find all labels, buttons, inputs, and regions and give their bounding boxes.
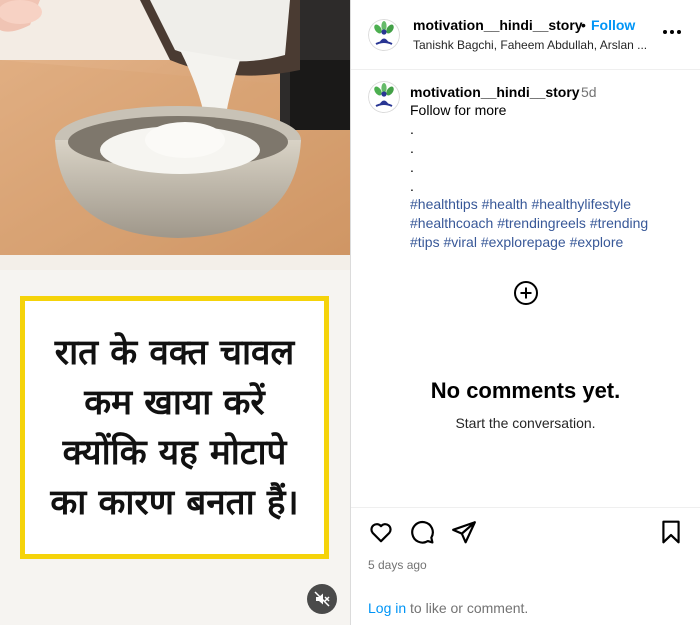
header-username[interactable]: motivation__hindi__story	[413, 17, 583, 33]
load-more-comments-button[interactable]	[513, 280, 539, 306]
mute-button[interactable]	[307, 584, 337, 614]
caption-text: Follow for more	[410, 102, 507, 118]
caption-dot: .	[410, 178, 414, 194]
avatar[interactable]	[368, 19, 400, 51]
hashtag-link[interactable]: #explorepage	[481, 234, 566, 250]
overlay-line: रात के वक्त चावल	[54, 332, 295, 373]
share-button[interactable]	[451, 519, 477, 545]
more-options-icon	[663, 30, 681, 34]
post-actions: 5 days ago Log in to like or comment.	[351, 507, 700, 625]
more-options-button[interactable]	[660, 20, 684, 44]
post-header: motivation__hindi__story • Follow Tanish…	[351, 0, 700, 70]
login-link[interactable]: Log in	[368, 600, 406, 616]
hashtag-link[interactable]: #tips	[410, 234, 440, 250]
meditation-logo-icon	[368, 81, 400, 113]
header-separator: •	[581, 17, 586, 33]
post-side-panel: motivation__hindi__story • Follow Tanish…	[351, 0, 700, 625]
overlay-line: क्योंकि यह मोटापे	[62, 432, 287, 473]
caption-timestamp[interactable]: 5d	[581, 84, 597, 100]
meditation-logo-icon	[368, 19, 400, 51]
overlay-line: कम खाया करें	[84, 382, 265, 423]
hashtag-link[interactable]: #healthylifestyle	[531, 196, 631, 212]
hashtag-link[interactable]: #explore	[570, 234, 624, 250]
post-media[interactable]: रात के वक्त चावल कम खाया करें क्योंकि यह…	[0, 0, 350, 625]
hashtag-link[interactable]: #viral	[443, 234, 476, 250]
comment-button[interactable]	[409, 519, 435, 545]
caption-dot: .	[410, 121, 414, 137]
plus-circle-icon	[514, 281, 538, 305]
collaborators-line[interactable]: Tanishk Bagchi, Faheem Abdullah, Arslan …	[413, 38, 647, 52]
login-prompt-text: to like or comment.	[406, 600, 529, 616]
save-button[interactable]	[658, 519, 684, 545]
follow-button[interactable]: Follow	[591, 17, 635, 33]
hashtag-link[interactable]: #healthcoach	[410, 215, 493, 231]
avatar[interactable]	[368, 81, 400, 113]
overlay-line: का कारण बनता हैं।	[50, 482, 299, 523]
overlay-caption-box: रात के वक्त चावल कम खाया करें क्योंकि यह…	[20, 296, 329, 559]
bookmark-icon	[662, 520, 680, 544]
overlay-caption-text: रात के वक्त चावल कम खाया करें क्योंकि यह…	[50, 328, 298, 528]
comment-icon	[411, 520, 434, 544]
hashtag-link[interactable]: #healthtips	[410, 196, 478, 212]
speaker-muted-icon	[314, 591, 330, 607]
no-comments-subtitle: Start the conversation.	[455, 415, 596, 431]
hashtag-list: #healthtips #health #healthylifestyle #h…	[410, 195, 680, 252]
like-button[interactable]	[368, 519, 394, 545]
caption-username[interactable]: motivation__hindi__story	[410, 84, 580, 100]
share-icon	[452, 521, 476, 544]
caption-dot: .	[410, 140, 414, 156]
heart-icon	[370, 523, 392, 543]
hashtag-link[interactable]: #trending	[590, 215, 648, 231]
rice-bowl-photo	[0, 0, 350, 270]
hashtag-link[interactable]: #health	[482, 196, 528, 212]
hashtag-link[interactable]: #trendingreels	[497, 215, 586, 231]
login-prompt: Log in to like or comment.	[368, 600, 528, 616]
post-date[interactable]: 5 days ago	[368, 558, 427, 572]
caption-dot: .	[410, 159, 414, 175]
no-comments-title: No comments yet.	[430, 378, 621, 403]
